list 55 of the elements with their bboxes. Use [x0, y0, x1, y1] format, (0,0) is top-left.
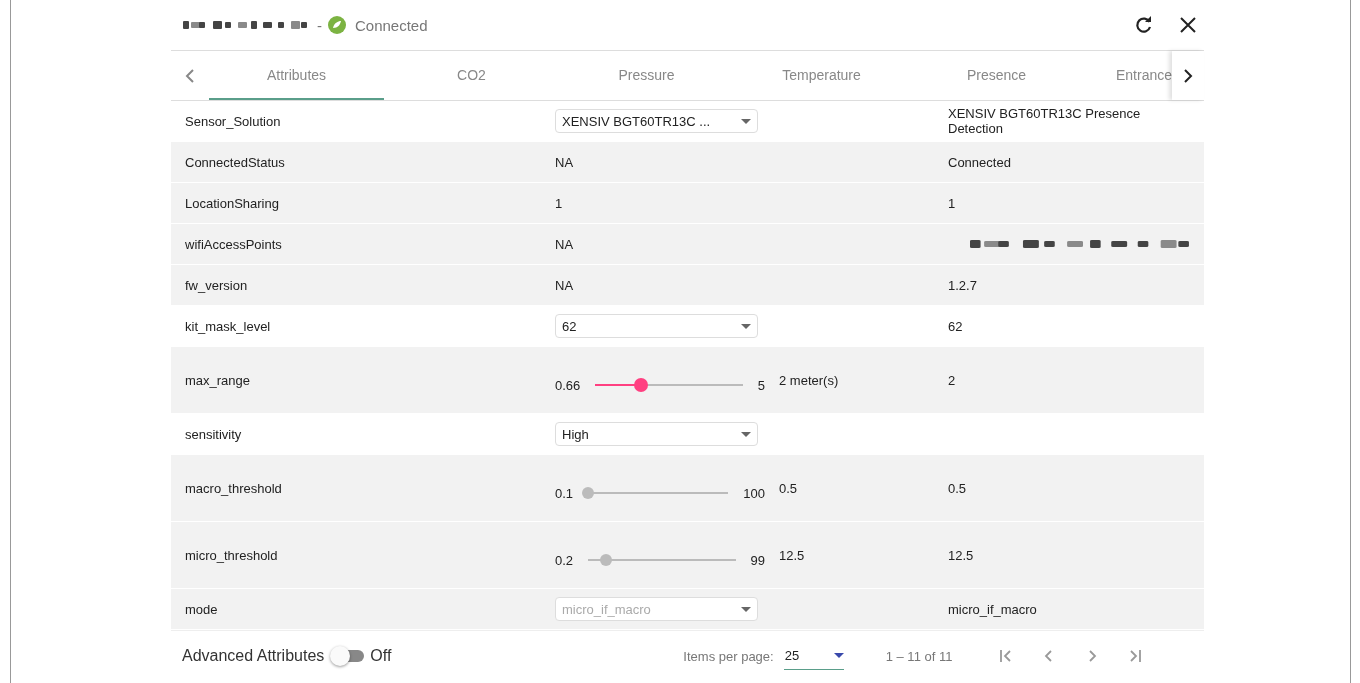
- attribute-name: wifiAccessPoints: [185, 236, 283, 252]
- slider-reading: 12.5: [779, 547, 805, 563]
- attribute-name: LocationSharing: [185, 195, 280, 211]
- slider-min: 0.2: [555, 552, 574, 568]
- tab[interactable]: Presence: [909, 51, 1084, 100]
- attribute-value: 0.5: [948, 480, 967, 496]
- attribute-value: 1: [948, 195, 956, 211]
- attribute-value: 62: [948, 318, 963, 334]
- caret-icon: [741, 431, 751, 437]
- advanced-attributes-label: Advanced Attributes: [182, 647, 325, 665]
- slider-max: 99: [750, 552, 765, 568]
- cell-text: NA: [555, 154, 574, 170]
- attribute-name: mode: [185, 601, 219, 617]
- slider-thumb[interactable]: [634, 378, 648, 392]
- caret-icon: [741, 606, 751, 612]
- cell-text: NA: [555, 277, 574, 293]
- tab[interactable]: Attributes: [209, 51, 384, 100]
- attribute-name: max_range: [185, 372, 252, 388]
- toggle-state: Off: [370, 647, 392, 665]
- attribute-name: kit_mask_level: [185, 318, 272, 334]
- slider-reading: 0.5: [779, 480, 798, 496]
- tab[interactable]: Pressure: [559, 51, 734, 100]
- page-range: 1 – 11 of 11: [885, 648, 953, 664]
- tab[interactable]: Entrance: [1084, 51, 1172, 100]
- separator-text: -: [317, 16, 322, 34]
- slider-reading: 2 meter(s): [779, 372, 839, 388]
- connection-status: Connected: [355, 16, 428, 34]
- attribute-value: Connected: [948, 154, 1011, 170]
- attribute-value: XENSIV BGT60TR13C Presence Detection: [948, 106, 1141, 136]
- attribute-name: fw_version: [185, 277, 249, 293]
- caret-icon: [741, 118, 751, 124]
- slider-max: 5: [757, 377, 765, 393]
- attribute-name: micro_threshold: [185, 547, 279, 563]
- select-field[interactable]: XENSIV BGT60TR13C ...: [555, 109, 758, 133]
- attribute-value: micro_if_macro: [948, 601, 1037, 617]
- attribute-value: 12.5: [948, 547, 974, 563]
- slider-max: 100: [743, 485, 765, 501]
- attribute-name: macro_threshold: [185, 480, 283, 496]
- attribute-name: sensitivity: [185, 426, 243, 442]
- tab[interactable]: CO2: [384, 51, 559, 100]
- cell-text: 1: [555, 195, 563, 211]
- attribute-name: Sensor_Solution: [185, 113, 282, 129]
- attribute-name: ConnectedStatus: [185, 154, 286, 170]
- items-per-page-select[interactable]: 25: [783, 642, 844, 670]
- tab[interactable]: Temperature: [734, 51, 909, 100]
- attribute-value: 1.2.7: [948, 277, 977, 293]
- caret-icon: [741, 323, 751, 329]
- slider-min: 0.66: [555, 377, 581, 393]
- select-field[interactable]: 62: [555, 314, 758, 338]
- cell-text: NA: [555, 236, 574, 252]
- items-per-page-label: Items per page:: [683, 648, 774, 664]
- select-field[interactable]: High: [555, 422, 758, 446]
- slider-min: 0.1: [555, 485, 574, 501]
- attribute-value: 2: [948, 372, 956, 388]
- caret-icon: [833, 653, 844, 658]
